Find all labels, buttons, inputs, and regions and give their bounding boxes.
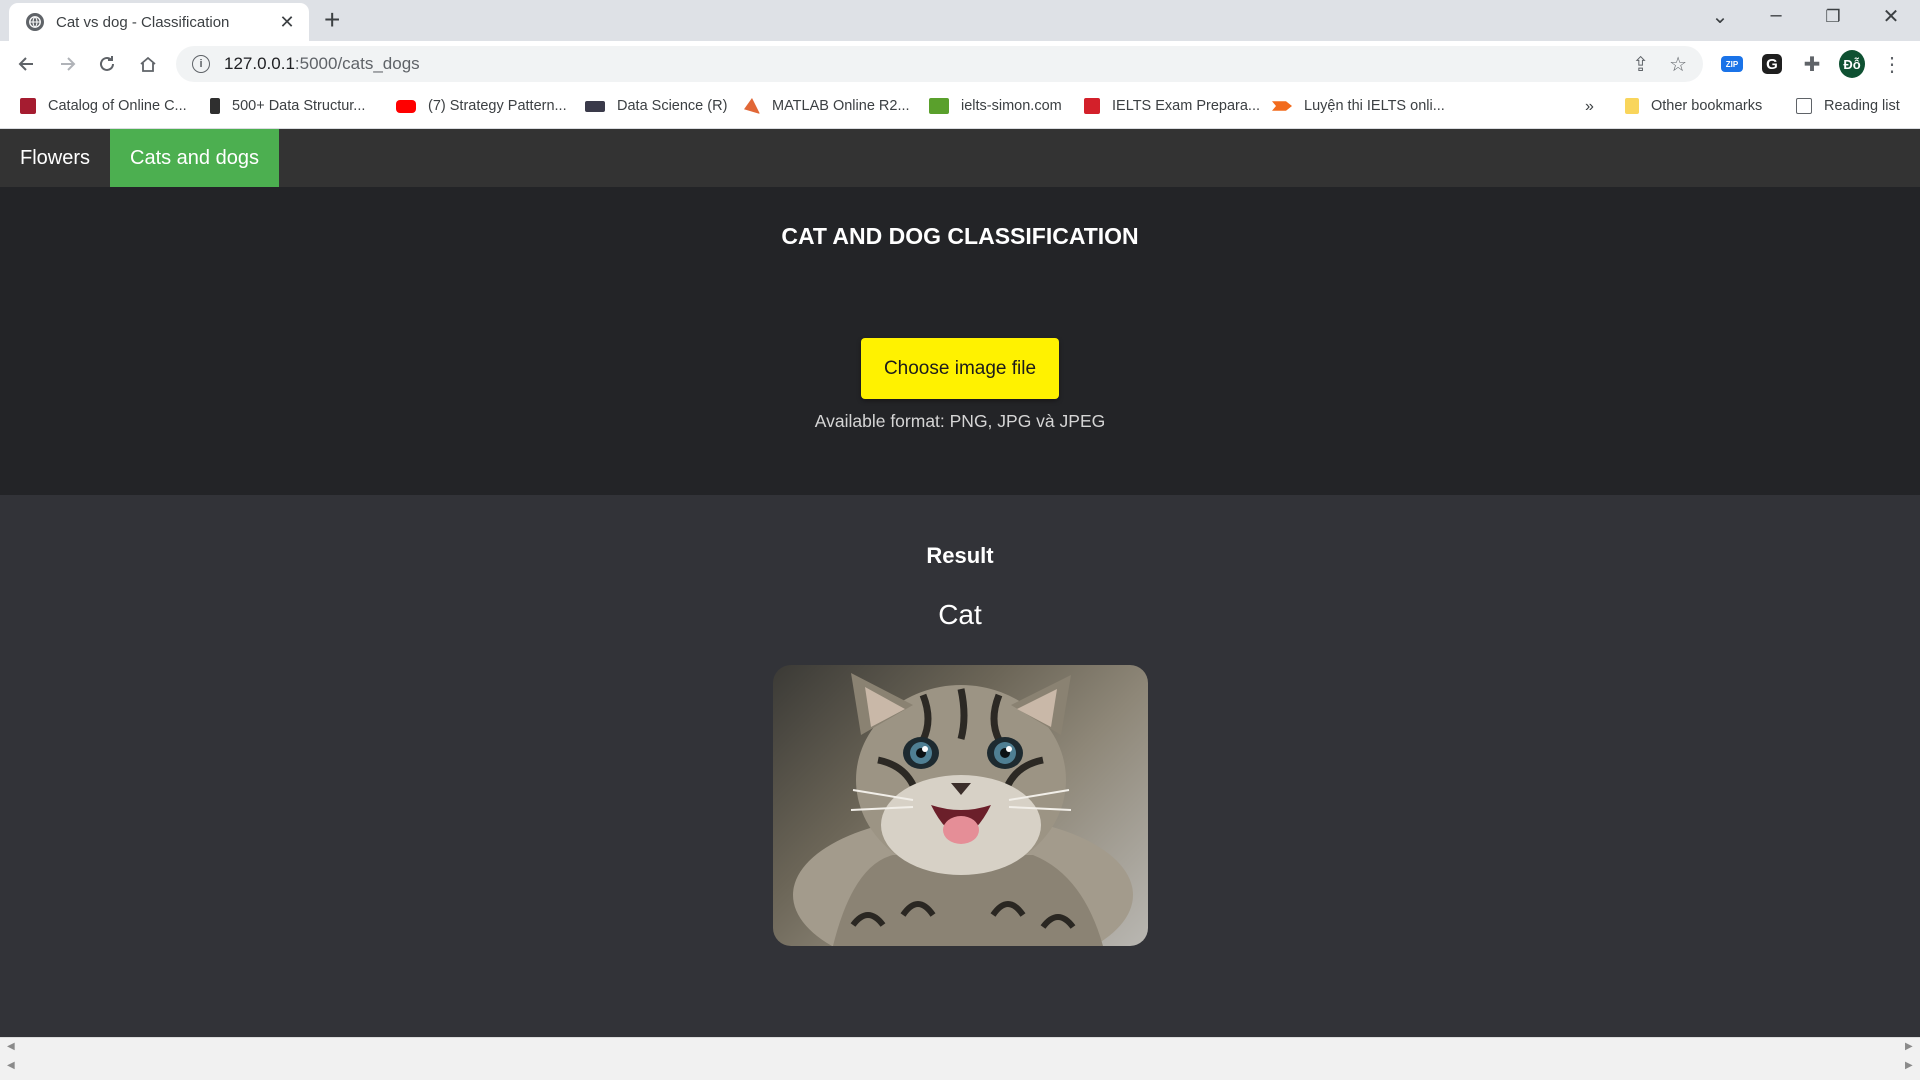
bookmark-item[interactable]: IELTS Exam Prepara... — [1084, 98, 1260, 114]
back-icon[interactable] — [13, 50, 41, 78]
nav-flowers[interactable]: Flowers — [0, 129, 110, 187]
scroll-right-icon[interactable]: ▶ — [1905, 1060, 1913, 1071]
new-tab-icon[interactable]: + — [324, 6, 340, 34]
bookmarks-bar: Catalog of Online C... 500+ Data Structu… — [0, 87, 1920, 129]
nav-flowers-label: Flowers — [19, 146, 90, 169]
nav-cats-and-dogs[interactable]: Cats and dogs — [110, 129, 279, 187]
bookmark-item[interactable]: ielts-simon.com — [929, 98, 1062, 114]
tab-title: Cat vs dog - Classification — [56, 13, 230, 31]
bookmark-item[interactable]: (7) Strategy Pattern... — [396, 98, 567, 114]
bookmark-item[interactable]: Luyện thi IELTS onli... — [1272, 98, 1445, 114]
browser-tab[interactable]: Cat vs dog - Classification ✕ — [9, 3, 309, 41]
globe-icon — [26, 13, 44, 31]
scroll-left-icon[interactable]: ◀ — [7, 1041, 15, 1052]
browser-tab-strip: Cat vs dog - Classification ✕ + ⌄ – ❐ ✕ — [0, 0, 1920, 41]
result-heading: Result — [926, 543, 994, 568]
url-host: 127.0.0.1 — [224, 54, 295, 73]
bookmark-favicon-icon — [1272, 101, 1292, 111]
close-tab-icon[interactable]: ✕ — [277, 12, 297, 33]
other-bookmarks-folder[interactable]: Other bookmarks — [1625, 98, 1762, 114]
url-text: 127.0.0.1:5000/cats_dogs — [224, 54, 1632, 74]
folder-icon — [1625, 98, 1639, 114]
site-navbar: Flowers Cats and dogs — [0, 129, 1920, 187]
forward-icon[interactable] — [53, 50, 81, 78]
bookmark-star-icon[interactable]: ☆ — [1669, 52, 1687, 77]
bookmark-item[interactable]: Data Science (R) — [585, 98, 727, 114]
bookmark-favicon-icon — [210, 98, 220, 114]
page-title: CAT AND DOG CLASSIFICATION — [781, 223, 1139, 249]
choose-image-button[interactable]: Choose image file — [861, 338, 1059, 399]
minimize-icon[interactable]: – — [1756, 4, 1796, 27]
share-icon[interactable]: ⇪ — [1632, 52, 1649, 77]
profile-avatar[interactable]: Đỗ — [1839, 50, 1865, 78]
reload-icon[interactable] — [93, 50, 121, 78]
horizontal-scrollbar[interactable]: ◀ ▶ ◀ ▶ — [0, 1037, 1920, 1080]
extensions-puzzle-icon[interactable]: ✚ — [1799, 51, 1825, 77]
grammarly-extension-icon[interactable]: G — [1759, 51, 1785, 77]
available-formats-text: Available format: PNG, JPG và JPEG — [814, 411, 1106, 431]
nav-cats-and-dogs-label: Cats and dogs — [130, 146, 259, 169]
bookmark-favicon-icon — [20, 98, 36, 114]
bookmark-favicon-icon — [585, 100, 605, 112]
zip-extension-icon[interactable]: ZIP — [1719, 51, 1745, 77]
restore-icon[interactable]: ❐ — [1813, 7, 1853, 27]
home-icon[interactable] — [134, 50, 162, 78]
scroll-left-icon[interactable]: ◀ — [7, 1060, 15, 1071]
bookmark-item[interactable]: MATLAB Online R2... — [744, 98, 910, 114]
menu-kebab-icon[interactable]: ⋮ — [1879, 51, 1905, 77]
bookmark-item[interactable]: 500+ Data Structur... — [210, 98, 365, 114]
url-path: :5000/cats_dogs — [294, 54, 420, 73]
bookmark-item[interactable]: Catalog of Online C... — [20, 98, 187, 114]
tab-search-icon[interactable]: ⌄ — [1700, 4, 1740, 29]
bookmarks-overflow-button[interactable]: » — [1585, 98, 1594, 116]
predicted-class: Cat — [938, 599, 982, 630]
result-section: Result Cat — [0, 495, 1920, 1037]
browser-toolbar: i 127.0.0.1:5000/cats_dogs ⇪ ☆ ZIP G ✚ Đ… — [0, 41, 1920, 87]
youtube-icon — [396, 99, 416, 113]
reading-list-icon — [1796, 98, 1812, 114]
bookmark-favicon-icon — [1084, 98, 1100, 114]
address-bar[interactable]: i 127.0.0.1:5000/cats_dogs ⇪ ☆ — [176, 46, 1703, 82]
scroll-right-icon[interactable]: ▶ — [1905, 1041, 1913, 1052]
upload-section: CAT AND DOG CLASSIFICATION Choose image … — [0, 187, 1920, 495]
site-info-icon[interactable]: i — [192, 55, 210, 73]
bookmark-favicon-icon — [929, 98, 949, 114]
matlab-icon — [744, 98, 760, 114]
reading-list-button[interactable]: Reading list — [1796, 98, 1900, 114]
kitten-photo — [773, 665, 1148, 946]
close-window-icon[interactable]: ✕ — [1871, 4, 1911, 29]
